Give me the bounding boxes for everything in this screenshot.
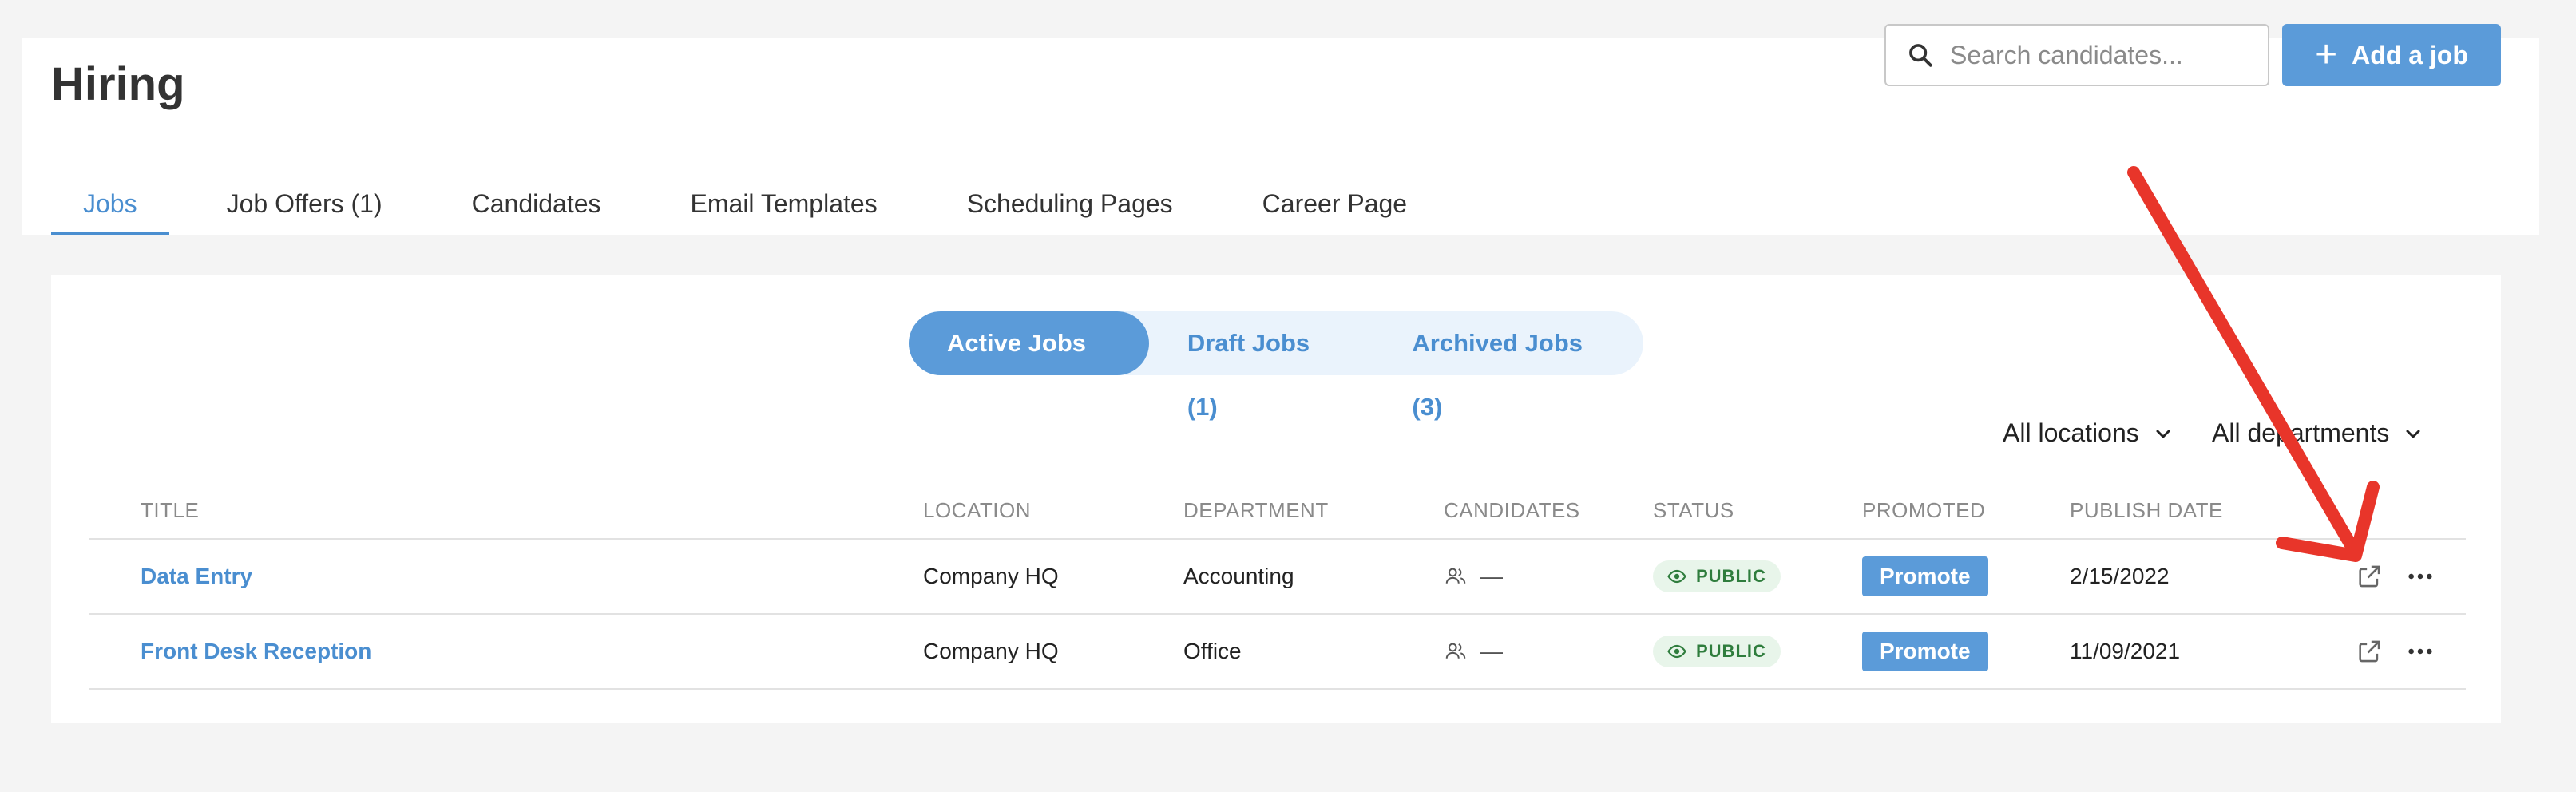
search-box[interactable]	[1884, 24, 2269, 86]
column-header-publish-date[interactable]: PUBLISH DATE	[2070, 498, 2223, 523]
job-candidates[interactable]: —	[1444, 540, 1503, 613]
search-icon	[1909, 44, 1932, 67]
candidates-count: —	[1480, 639, 1503, 663]
people-icon	[1445, 643, 1466, 659]
table-header: TITLE LOCATION DEPARTMENT CANDIDATES STA…	[89, 498, 2466, 540]
add-job-label: Add a job	[2352, 40, 2468, 69]
candidates-count: —	[1480, 564, 1503, 588]
job-status: PUBLIC	[1653, 615, 1781, 688]
more-horizontal-icon	[2408, 573, 2432, 580]
filter-archived-jobs[interactable]: Archived Jobs (3)	[1373, 311, 1643, 421]
locations-dropdown[interactable]: All locations	[2003, 418, 2173, 448]
promote-button[interactable]: Promote	[1862, 632, 1988, 671]
tab-candidates[interactable]: Candidates	[440, 185, 633, 235]
filter-active-jobs[interactable]: Active Jobs (4)	[909, 311, 1149, 421]
more-actions-button[interactable]	[2407, 563, 2434, 590]
filter-draft-jobs[interactable]: Draft Jobs (1)	[1149, 311, 1374, 421]
jobs-card: Active Jobs (4) Draft Jobs (1) Archived …	[51, 275, 2501, 723]
column-header-promoted[interactable]: PROMOTED	[1862, 498, 1985, 523]
column-header-department[interactable]: DEPARTMENT	[1183, 498, 1329, 523]
job-title-link[interactable]: Data Entry	[141, 540, 252, 613]
job-department: Accounting	[1183, 564, 1294, 588]
tab-email-templates[interactable]: Email Templates	[659, 185, 910, 235]
column-header-status[interactable]: STATUS	[1653, 498, 1734, 523]
external-link-icon	[2359, 565, 2380, 588]
column-header-title[interactable]: TITLE	[141, 498, 199, 523]
tab-scheduling-pages[interactable]: Scheduling Pages	[935, 185, 1205, 235]
status-badge-label: PUBLIC	[1696, 641, 1766, 661]
job-status: PUBLIC	[1653, 540, 1781, 613]
column-header-candidates[interactable]: CANDIDATES	[1444, 498, 1580, 523]
eye-icon	[1667, 644, 1686, 659]
tab-jobs[interactable]: Jobs	[51, 185, 169, 235]
search-input[interactable]	[1950, 40, 2253, 70]
main-tabs: Jobs Job Offers (1) Candidates Email Tem…	[51, 185, 1464, 235]
more-actions-button[interactable]	[2407, 638, 2434, 665]
job-department: Office	[1183, 639, 1242, 663]
departments-dropdown-label: All departments	[2212, 418, 2390, 447]
eye-icon	[1667, 569, 1686, 584]
add-job-button[interactable]: + Add a job	[2282, 24, 2501, 86]
job-promoted: Promote	[1862, 540, 1988, 613]
status-badge: PUBLIC	[1653, 560, 1781, 592]
table-row[interactable]: Data Entry Company HQ Accounting — PUBLI…	[89, 540, 2466, 615]
job-promoted: Promote	[1862, 615, 1988, 688]
external-link-icon	[2359, 640, 2380, 663]
tab-job-offers[interactable]: Job Offers (1)	[195, 185, 414, 235]
chevron-down-icon	[2156, 430, 2170, 438]
plus-icon: +	[2315, 34, 2338, 76]
job-publish-date: 2/15/2022	[2070, 564, 2170, 588]
jobs-table: TITLE LOCATION DEPARTMENT CANDIDATES STA…	[89, 498, 2466, 690]
more-horizontal-icon	[2408, 648, 2432, 655]
departments-dropdown[interactable]: All departments	[2212, 418, 2423, 448]
status-badge: PUBLIC	[1653, 636, 1781, 667]
job-location: Company HQ	[923, 564, 1059, 588]
row-actions	[2356, 540, 2434, 613]
chevron-down-icon	[2406, 430, 2420, 438]
job-candidates[interactable]: —	[1444, 615, 1503, 688]
row-actions	[2356, 615, 2434, 688]
job-location: Company HQ	[923, 639, 1059, 663]
open-job-button[interactable]	[2356, 638, 2383, 665]
job-status-filter: Active Jobs (4) Draft Jobs (1) Archived …	[909, 311, 1643, 421]
tab-career-page[interactable]: Career Page	[1231, 185, 1439, 235]
promote-button[interactable]: Promote	[1862, 556, 1988, 596]
table-row[interactable]: Front Desk Reception Company HQ Office —	[89, 615, 2466, 690]
job-publish-date: 11/09/2021	[2070, 639, 2181, 663]
status-badge-label: PUBLIC	[1696, 566, 1766, 586]
people-icon	[1445, 568, 1466, 584]
page-title: Hiring	[51, 58, 185, 110]
column-header-location[interactable]: LOCATION	[923, 498, 1031, 523]
locations-dropdown-label: All locations	[2003, 418, 2139, 447]
job-title-link[interactable]: Front Desk Reception	[141, 615, 371, 688]
open-job-button[interactable]	[2356, 563, 2383, 590]
